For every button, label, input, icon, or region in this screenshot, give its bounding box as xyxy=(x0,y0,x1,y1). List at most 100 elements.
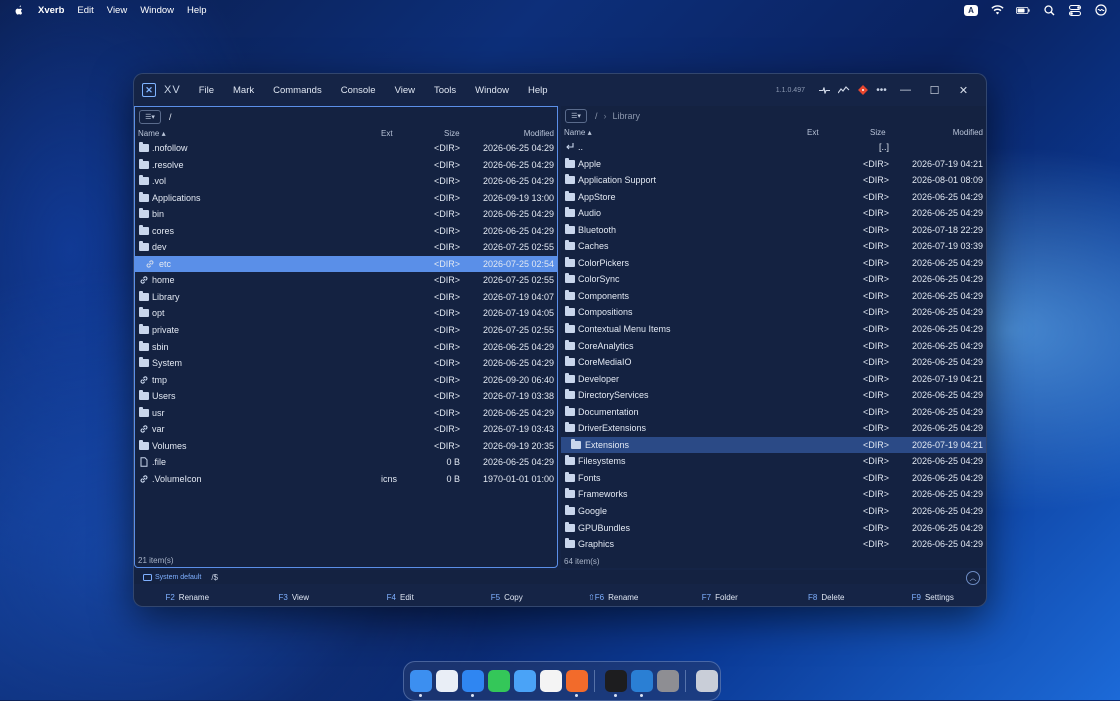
fkey-rename-button[interactable]: F2 Rename xyxy=(134,588,241,606)
safari-icon[interactable] xyxy=(462,670,484,697)
file-row[interactable]: .. [..] xyxy=(561,139,986,156)
minimize-button[interactable]: — xyxy=(891,80,920,100)
file-row[interactable]: CoreMediaIO <DIR> 2026-06-25 04:29 xyxy=(561,354,986,371)
file-row[interactable]: AppStore <DIR> 2026-06-25 04:29 xyxy=(561,189,986,206)
menu-view[interactable]: View xyxy=(107,5,127,16)
file-row[interactable]: Users <DIR> 2026-07-19 03:38 xyxy=(135,388,557,405)
file-row[interactable]: DriverExtensions <DIR> 2026-06-25 04:29 xyxy=(561,420,986,437)
vscode-icon[interactable] xyxy=(631,670,653,697)
file-row[interactable]: private <DIR> 2026-07-25 02:55 xyxy=(135,322,557,339)
file-row[interactable]: .file 0 B 2026-06-25 04:29 xyxy=(135,454,557,471)
menu-app-name[interactable]: Xverb xyxy=(38,5,64,16)
wifi-icon[interactable] xyxy=(990,4,1004,16)
fkey-edit-button[interactable]: F4 Edit xyxy=(347,588,454,606)
col-name[interactable]: Name ▴ xyxy=(138,129,166,138)
menu-tools[interactable]: Tools xyxy=(434,85,456,96)
file-row[interactable]: Developer <DIR> 2026-07-19 04:21 xyxy=(561,371,986,388)
file-row[interactable]: tmp <DIR> 2026-09-20 06:40 xyxy=(135,372,557,389)
file-row[interactable]: Frameworks <DIR> 2026-06-25 04:29 xyxy=(561,486,986,503)
right-pane[interactable]: ☰▾ / › Library Name ▴ Ext Size Modified … xyxy=(561,106,986,568)
breadcrumb-library[interactable]: Library xyxy=(613,111,641,121)
fkey-delete-button[interactable]: F8 Delete xyxy=(773,588,880,606)
file-row[interactable]: ColorSync <DIR> 2026-06-25 04:29 xyxy=(561,271,986,288)
finder-icon[interactable] xyxy=(410,670,432,697)
file-row[interactable]: Google <DIR> 2026-06-25 04:29 xyxy=(561,503,986,520)
col-size[interactable]: Size xyxy=(870,128,886,137)
close-button[interactable]: ✕ xyxy=(949,80,978,100)
input-source-badge[interactable]: A xyxy=(964,4,978,16)
mail-icon[interactable] xyxy=(514,670,536,692)
menu-window[interactable]: Window xyxy=(140,5,174,16)
git-icon[interactable] xyxy=(853,80,872,100)
file-row[interactable]: home <DIR> 2026-07-25 02:55 xyxy=(135,272,557,289)
file-row[interactable]: .nofollow <DIR> 2026-06-25 04:29 xyxy=(135,140,557,157)
file-row[interactable]: sbin <DIR> 2026-06-25 04:29 xyxy=(135,339,557,356)
fkey-folder-button[interactable]: F7 Folder xyxy=(667,588,774,606)
file-row[interactable]: dev <DIR> 2026-07-25 02:55 xyxy=(135,239,557,256)
breadcrumb-root[interactable]: / xyxy=(595,111,598,121)
file-row[interactable]: Filesystems <DIR> 2026-06-25 04:29 xyxy=(561,453,986,470)
command-line[interactable]: System default /$ ︿ xyxy=(134,570,986,585)
col-name[interactable]: Name ▴ xyxy=(564,128,592,137)
left-pane[interactable]: ☰▾ / Name ▴ Ext Size Modified .nofollow <… xyxy=(134,106,558,568)
drive-menu-button[interactable]: ☰▾ xyxy=(139,110,161,124)
file-row[interactable]: etc <DIR> 2026-07-25 02:54 xyxy=(135,255,557,273)
file-row[interactable]: cores <DIR> 2026-06-25 04:29 xyxy=(135,223,557,240)
file-row[interactable]: GPUBundles <DIR> 2026-06-25 04:29 xyxy=(561,520,986,537)
menu-view[interactable]: View xyxy=(395,85,415,96)
file-row[interactable]: Contextual Menu Items <DIR> 2026-06-25 04:… xyxy=(561,321,986,338)
file-row[interactable]: Compositions <DIR> 2026-06-25 04:29 xyxy=(561,304,986,321)
file-row[interactable]: Application Support <DIR> 2026-08-01 08:09 xyxy=(561,172,986,189)
maximize-button[interactable]: ☐ xyxy=(920,80,949,100)
search-icon[interactable] xyxy=(1042,4,1056,16)
file-row[interactable]: .VolumeIcon icns 0 B 1970-01-01 01:00 xyxy=(135,471,557,488)
file-row[interactable]: var <DIR> 2026-07-19 03:43 xyxy=(135,421,557,438)
fkey-copy-button[interactable]: F5 Copy xyxy=(454,588,561,606)
file-row[interactable]: Applications <DIR> 2026-09-19 13:00 xyxy=(135,190,557,207)
file-row[interactable]: Fonts <DIR> 2026-06-25 04:29 xyxy=(561,470,986,487)
col-modified[interactable]: Modified xyxy=(524,129,554,138)
file-row[interactable]: System <DIR> 2026-06-25 04:29 xyxy=(135,355,557,372)
left-path[interactable]: / xyxy=(169,112,172,122)
menu-help[interactable]: Help xyxy=(187,5,207,16)
menu-window[interactable]: Window xyxy=(475,85,509,96)
shell-badge[interactable]: System default xyxy=(143,573,201,581)
trash-icon[interactable] xyxy=(696,670,718,692)
menu-file[interactable]: File xyxy=(199,85,214,96)
col-modified[interactable]: Modified xyxy=(953,128,983,137)
file-row[interactable]: Library <DIR> 2026-07-19 04:07 xyxy=(135,289,557,306)
col-size[interactable]: Size xyxy=(444,129,460,138)
photos-icon[interactable] xyxy=(540,670,562,692)
file-row[interactable]: Audio <DIR> 2026-06-25 04:29 xyxy=(561,205,986,222)
file-row[interactable]: DirectoryServices <DIR> 2026-06-25 04:29 xyxy=(561,387,986,404)
fkey-settings-button[interactable]: F9 Settings xyxy=(880,588,987,606)
file-row[interactable]: opt <DIR> 2026-07-19 04:05 xyxy=(135,305,557,322)
file-row[interactable]: Documentation <DIR> 2026-06-25 04:29 xyxy=(561,404,986,421)
system-settings-icon[interactable] xyxy=(657,670,679,692)
col-ext[interactable]: Ext xyxy=(381,129,393,138)
drive-menu-button[interactable]: ☰▾ xyxy=(565,109,587,123)
file-row[interactable]: Caches <DIR> 2026-07-19 03:39 xyxy=(561,238,986,255)
control-center-icon[interactable] xyxy=(1068,4,1082,16)
menu-commands[interactable]: Commands xyxy=(273,85,322,96)
activity-icon[interactable] xyxy=(834,80,853,100)
menu-edit[interactable]: Edit xyxy=(77,5,93,16)
file-row[interactable]: .resolve <DIR> 2026-06-25 04:29 xyxy=(135,157,557,174)
command-prompt[interactable]: /$ xyxy=(211,573,218,582)
chevron-up-icon[interactable]: ︿ xyxy=(966,571,980,585)
more-icon[interactable]: ••• xyxy=(872,80,891,100)
file-row[interactable]: ColorPickers <DIR> 2026-06-25 04:29 xyxy=(561,255,986,272)
apple-icon[interactable] xyxy=(14,4,24,16)
file-row[interactable]: usr <DIR> 2026-06-25 04:29 xyxy=(135,405,557,422)
fkey-view-button[interactable]: F3 View xyxy=(241,588,348,606)
file-row[interactable]: Bluetooth <DIR> 2026-07-18 22:29 xyxy=(561,222,986,239)
xverb-icon[interactable] xyxy=(566,670,588,697)
compare-icon[interactable] xyxy=(815,80,834,100)
file-row[interactable]: bin <DIR> 2026-06-25 04:29 xyxy=(135,206,557,223)
file-row[interactable]: Extensions <DIR> 2026-07-19 04:21 xyxy=(561,436,986,454)
menu-mark[interactable]: Mark xyxy=(233,85,254,96)
file-row[interactable]: Apple <DIR> 2026-07-19 04:21 xyxy=(561,156,986,173)
menu-help[interactable]: Help xyxy=(528,85,548,96)
col-ext[interactable]: Ext xyxy=(807,128,819,137)
file-row[interactable]: Components <DIR> 2026-06-25 04:29 xyxy=(561,288,986,305)
